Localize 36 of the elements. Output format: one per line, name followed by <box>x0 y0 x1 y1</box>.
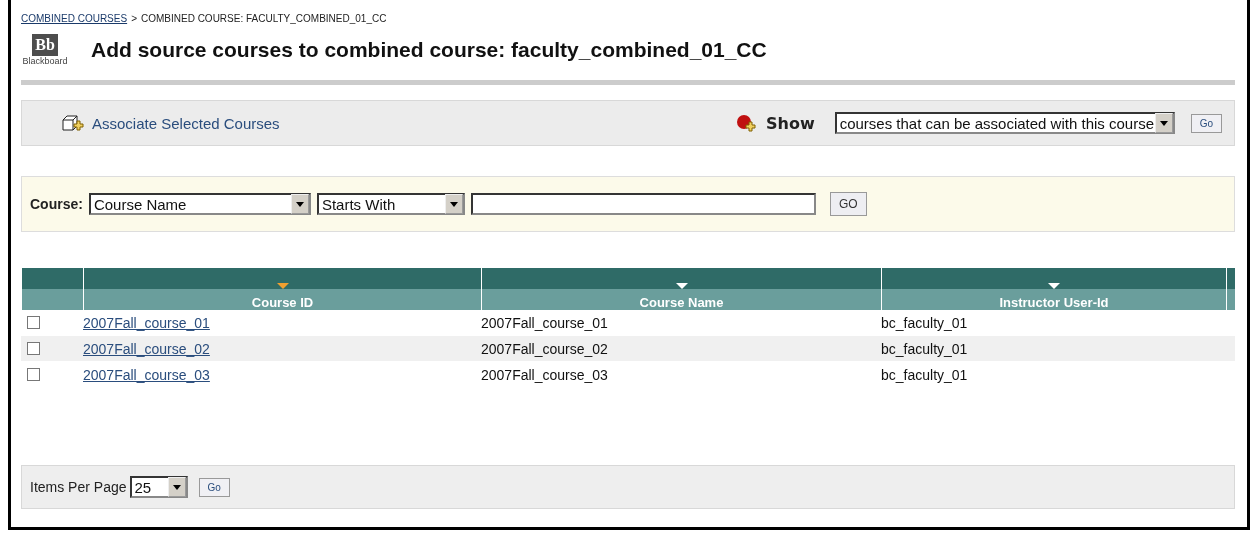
breadcrumb-link[interactable]: COMBINED COURSES <box>21 12 128 24</box>
field-select[interactable]: Course Name <box>88 193 311 215</box>
instructor-cell-text: bc_faculty_01 <box>881 340 969 357</box>
items-per-page-select[interactable]: 25 <box>129 476 188 498</box>
items-per-page-label: Items Per Page <box>30 479 127 495</box>
go-button[interactable]: Go <box>198 477 230 497</box>
search-field[interactable] <box>470 193 816 215</box>
page-title: Add source courses to combined course: faculty_combined_01_CC <box>91 38 767 62</box>
logo-mark: Bb <box>32 34 58 56</box>
row-checkbox[interactable] <box>27 368 40 381</box>
show-select[interactable]: courses that can be associated with this course <box>834 112 1175 134</box>
associate-courses-link[interactable]: Associate Selected Courses <box>92 114 280 132</box>
operator-select[interactable]: Starts With <box>316 193 465 215</box>
breadcrumb-current: COMBINED COURSE: FACULTY_COMBINED_01_CC <box>140 12 387 24</box>
caret-icon <box>444 194 463 214</box>
caret-icon <box>290 194 309 214</box>
course-id-link[interactable]: 2007Fall_course_01 <box>83 314 210 331</box>
course-name-cell-text: 2007Fall_course_02 <box>481 340 609 357</box>
go-button[interactable]: GO <box>829 192 867 216</box>
boxes-plus-icon <box>62 115 84 131</box>
course-name-cell-text: 2007Fall_course_01 <box>481 314 609 331</box>
course-name-cell-text: 2007Fall_course_03 <box>481 366 609 383</box>
row-checkbox[interactable] <box>27 316 40 329</box>
caret-icon <box>167 477 186 497</box>
logo-caption: Blackboard <box>22 56 68 66</box>
ball-plus-icon <box>735 114 758 132</box>
course-id-link[interactable]: 2007Fall_course_02 <box>83 340 210 357</box>
go-button[interactable]: Go <box>1190 113 1222 133</box>
course-id-link[interactable]: 2007Fall_course_03 <box>83 366 210 383</box>
instructor-cell-text: bc_faculty_01 <box>881 366 969 383</box>
course-label: Course: <box>30 196 83 212</box>
instructor-cell-text: bc_faculty_01 <box>881 314 969 331</box>
show-label: Show <box>765 113 815 133</box>
row-checkbox[interactable] <box>27 342 40 355</box>
breadcrumb-separator: > <box>131 12 137 24</box>
caret-icon <box>1154 113 1173 133</box>
